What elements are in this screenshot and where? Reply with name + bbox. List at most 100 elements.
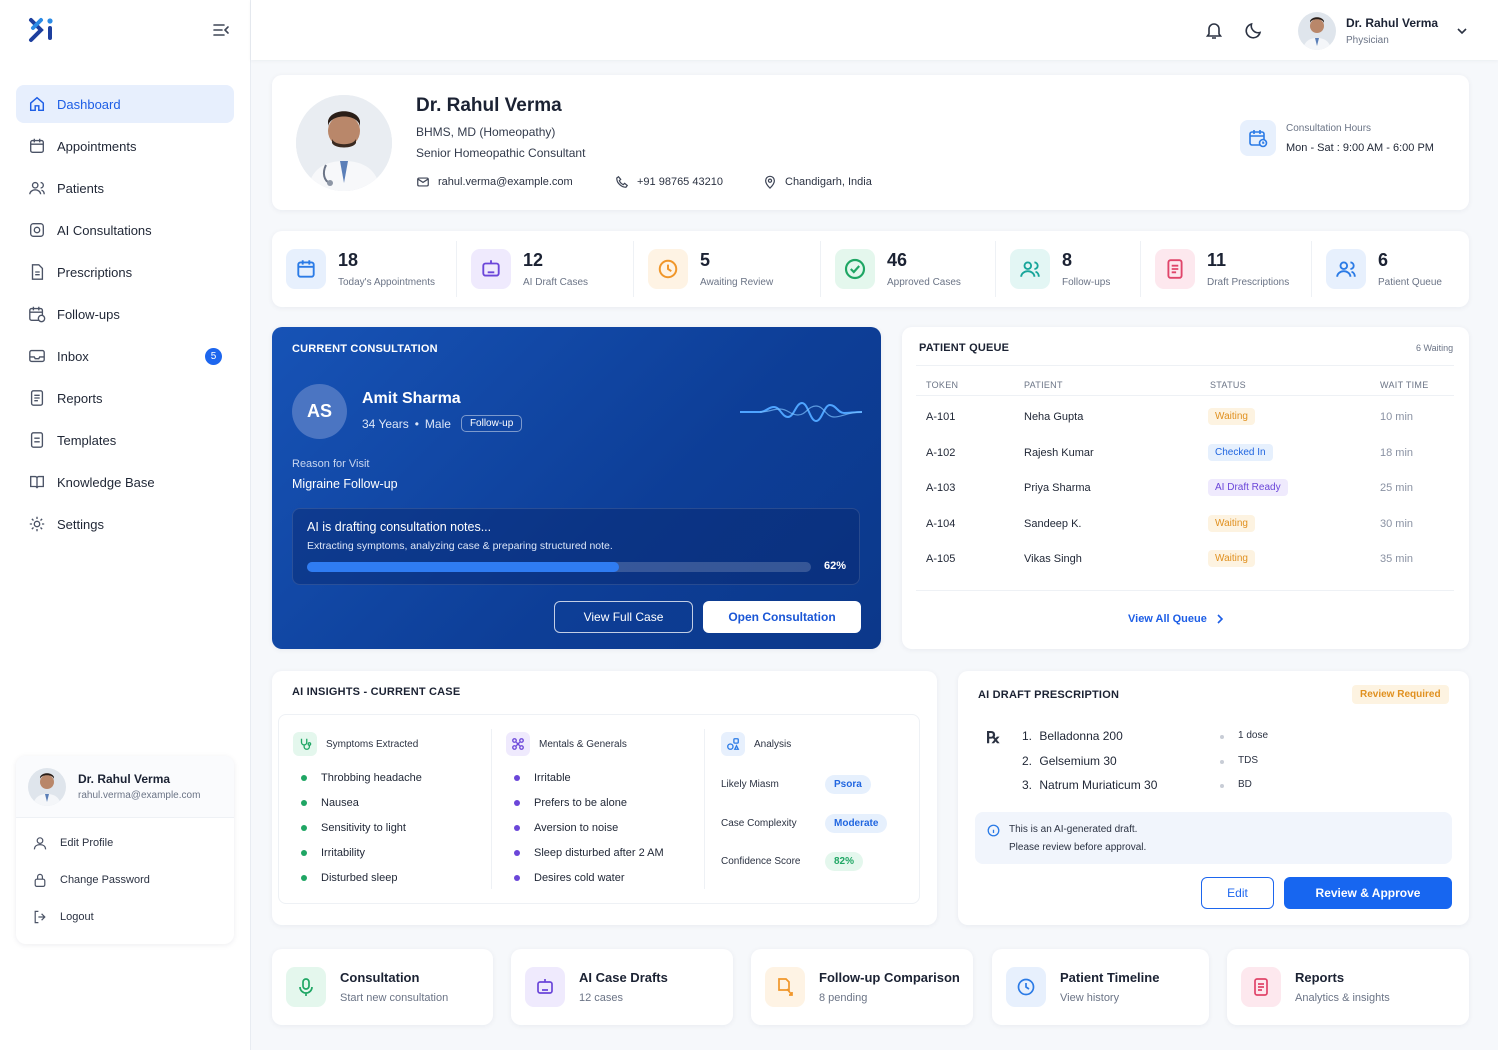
- consultation-hours-label: Consultation Hours: [1286, 123, 1372, 134]
- column-header-status: STATUS: [1210, 380, 1246, 390]
- queue-patient: Sandeep K.: [1024, 518, 1082, 530]
- analysis-header: Analysis: [721, 732, 911, 756]
- sidebar-item-label: AI Consultations: [57, 222, 152, 238]
- stat-approved-cases[interactable]: 46 Approved Cases: [835, 231, 961, 307]
- visit-type-pill: Follow-up: [460, 415, 523, 432]
- stat-todays-appointments[interactable]: 18 Today's Appointments: [286, 231, 435, 307]
- consultation-hours-value: Mon - Sat : 9:00 AM - 6:00 PM: [1286, 142, 1434, 154]
- users-icon: [1326, 249, 1366, 289]
- quick-action-title: Follow-up Comparison: [819, 970, 960, 985]
- sidebar-item-appointments[interactable]: Appointments: [16, 127, 234, 165]
- rx-dose: 1 dose: [1238, 730, 1269, 741]
- divider: [820, 241, 821, 297]
- view-full-case-button[interactable]: View Full Case: [554, 601, 693, 633]
- queue-patient: Vikas Singh: [1024, 553, 1082, 565]
- view-all-queue-link[interactable]: View All Queue: [1128, 613, 1225, 625]
- inbox-icon: [29, 349, 45, 363]
- stat-draft-prescriptions[interactable]: 11 Draft Prescriptions: [1155, 231, 1289, 307]
- symptoms-header: Symptoms Extracted: [293, 732, 422, 756]
- separator-dot: •: [414, 416, 419, 431]
- users-icon: [1010, 249, 1050, 289]
- sidebar-item-settings[interactable]: Settings: [16, 505, 234, 543]
- list-item[interactable]: 1. Belladonna 200: [1022, 729, 1123, 743]
- sidebar-item-follow-ups[interactable]: Follow-ups: [16, 295, 234, 333]
- quick-action-follow-up-comparison[interactable]: Follow-up Comparison 8 pending: [751, 949, 973, 1025]
- table-row[interactable]: A-102 Rajesh Kumar Checked In 18 min: [926, 435, 1446, 471]
- doctor-email[interactable]: rahul.verma@example.com: [416, 175, 573, 189]
- review-approve-button[interactable]: Review & Approve: [1284, 877, 1452, 909]
- microphone-icon: [286, 967, 326, 1007]
- table-row[interactable]: A-104 Sandeep K. Waiting 30 min: [926, 506, 1446, 542]
- sidebar-item-reports[interactable]: Reports: [16, 379, 234, 417]
- sidebar-item-templates[interactable]: Templates: [16, 421, 234, 459]
- bell-icon[interactable]: [1204, 20, 1224, 40]
- queue-wait-time: 35 min: [1380, 553, 1414, 565]
- stat-label: Patient Queue: [1378, 277, 1442, 288]
- sidebar-item-dashboard[interactable]: Dashboard: [16, 85, 234, 123]
- symptom-text: Throbbing headache: [321, 771, 422, 784]
- dark-mode-moon-icon[interactable]: [1244, 20, 1264, 40]
- quick-action-title: Patient Timeline: [1060, 970, 1160, 985]
- quick-action-consultation[interactable]: Consultation Start new consultation: [272, 949, 493, 1025]
- edit-profile-link[interactable]: Edit Profile: [16, 824, 234, 861]
- quick-action-ai-case-drafts[interactable]: AI Case Drafts 12 cases: [511, 949, 733, 1025]
- edit-button[interactable]: Edit: [1201, 877, 1274, 909]
- open-consultation-button[interactable]: Open Consultation: [703, 601, 861, 633]
- stat-patient-queue[interactable]: 6 Patient Queue: [1326, 231, 1442, 307]
- list-item[interactable]: 3. Natrum Muriaticum 30: [1022, 778, 1157, 792]
- sidebar-item-label: Inbox: [57, 348, 89, 364]
- stat-label: Draft Prescriptions: [1207, 277, 1290, 288]
- analysis-column: Analysis Likely Miasm Psora Case Complex…: [721, 732, 911, 892]
- sidebar-item-prescriptions[interactable]: Prescriptions: [16, 253, 234, 291]
- sidebar-item-inbox[interactable]: Inbox 5: [16, 337, 234, 375]
- mental-text: Irritable: [534, 771, 571, 784]
- sidebar-item-knowledge-base[interactable]: Knowledge Base: [16, 463, 234, 501]
- table-row[interactable]: A-105 Vikas Singh Waiting 35 min: [926, 541, 1446, 577]
- change-password-link[interactable]: Change Password: [16, 861, 234, 898]
- calendar-clock-icon: [1240, 120, 1276, 156]
- sidebar-user-card: Dr. Rahul Verma rahul.verma@example.com …: [16, 756, 234, 944]
- stat-awaiting-review[interactable]: 5 Awaiting Review: [648, 231, 773, 307]
- prescription-icon: [31, 264, 44, 280]
- stat-follow-ups[interactable]: 8 Follow-ups: [1010, 231, 1110, 307]
- logout-label: Logout: [60, 910, 94, 923]
- sidebar-item-ai-consultations[interactable]: AI Consultations: [16, 211, 234, 249]
- table-row[interactable]: A-101 Neha Gupta Waiting 10 min: [926, 399, 1446, 435]
- list-item[interactable]: 2. Gelsemium 30: [1022, 754, 1117, 768]
- sidebar-user-summary[interactable]: Dr. Rahul Verma rahul.verma@example.com: [16, 756, 234, 818]
- symptom-text: Sensitivity to light: [321, 821, 406, 834]
- quick-action-title: AI Case Drafts: [579, 970, 668, 985]
- analysis-label: Likely Miasm: [721, 779, 779, 790]
- mental-text: Sleep disturbed after 2 AM: [534, 846, 664, 859]
- topbar-user-menu[interactable]: Dr. Rahul Verma Physician: [1298, 12, 1468, 50]
- queue-count: 6 Waiting: [1416, 343, 1454, 353]
- rx-symbol-icon: ℞: [986, 730, 1001, 747]
- quick-action-subtitle: View history: [1060, 992, 1120, 1004]
- list-item: Throbbing headache: [301, 765, 422, 790]
- ai-draft-prescription-card: AI DRAFT PRESCRIPTION Review Required ℞ …: [958, 671, 1469, 925]
- doctor-phone[interactable]: +91 98765 43210: [615, 175, 723, 189]
- calendar-icon: [30, 138, 44, 153]
- quick-action-title: Consultation: [340, 970, 420, 985]
- queue-token: A-101: [926, 411, 956, 423]
- table-row[interactable]: A-103 Priya Sharma AI Draft Ready 25 min: [926, 470, 1446, 506]
- status-badge: Checked In: [1208, 444, 1273, 461]
- quick-action-reports[interactable]: Reports Analytics & insights: [1227, 949, 1469, 1025]
- rx-number: 1.: [1022, 729, 1033, 743]
- logout-link[interactable]: Logout: [16, 898, 234, 935]
- sidebar-item-patients[interactable]: Patients: [16, 169, 234, 207]
- stat-ai-draft-cases[interactable]: 12 AI Draft Cases: [471, 231, 588, 307]
- patient-age: 34 Years: [362, 416, 409, 431]
- collapse-sidebar-icon[interactable]: [212, 22, 230, 38]
- doctor-photo: [296, 95, 392, 191]
- chevron-right-icon: [1217, 614, 1223, 624]
- status-badge: Waiting: [1208, 515, 1255, 532]
- symptom-text: Nausea: [321, 796, 359, 809]
- topbar-user-role: Physician: [1346, 35, 1389, 46]
- app-logo[interactable]: [28, 16, 60, 44]
- stat-value: 5: [700, 250, 711, 270]
- chevron-down-icon: [1457, 28, 1467, 35]
- ai-chip-icon: [30, 223, 44, 237]
- ai-insights-card: AI INSIGHTS - CURRENT CASE Symptoms Extr…: [272, 671, 937, 925]
- quick-action-patient-timeline[interactable]: Patient Timeline View history: [992, 949, 1209, 1025]
